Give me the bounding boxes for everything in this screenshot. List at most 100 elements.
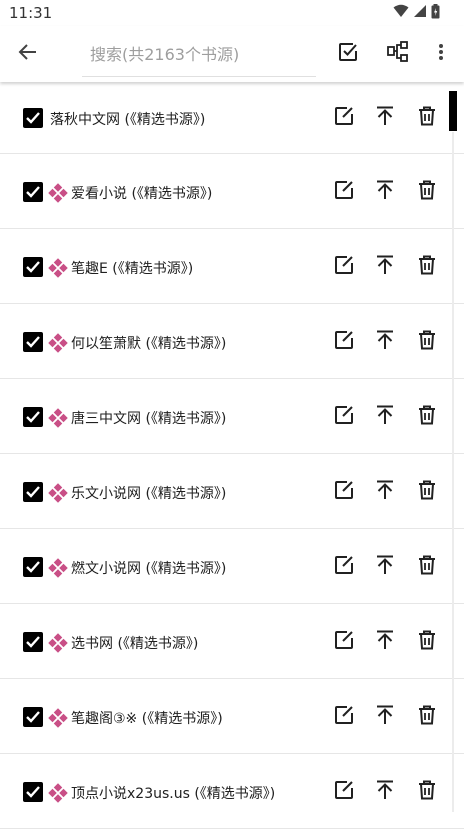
edit-button[interactable] xyxy=(332,405,356,429)
delete-button[interactable] xyxy=(415,330,439,354)
move-to-top-icon xyxy=(376,705,394,729)
edit-button[interactable] xyxy=(332,555,356,579)
edit-button[interactable] xyxy=(332,106,356,130)
move-to-top-icon xyxy=(376,780,394,804)
move-to-top-button[interactable] xyxy=(373,106,397,130)
delete-button[interactable] xyxy=(415,255,439,279)
cell-signal-icon xyxy=(413,4,427,22)
move-to-top-button[interactable] xyxy=(373,405,397,429)
delete-button[interactable] xyxy=(415,480,439,504)
source-checkbox[interactable] xyxy=(23,181,43,202)
source-row[interactable]: 何以笙萧默 (《精选书源》) xyxy=(0,304,464,379)
edit-icon xyxy=(334,106,354,130)
edit-button[interactable] xyxy=(332,180,356,204)
trash-icon xyxy=(418,705,436,729)
source-checkbox[interactable] xyxy=(23,706,43,727)
edit-icon xyxy=(334,780,354,804)
trash-icon xyxy=(418,106,436,130)
diamond-group-icon xyxy=(48,257,68,278)
toolbar xyxy=(0,26,464,82)
source-name: 爱看小说 (《精选书源》) xyxy=(71,185,213,202)
source-name: 笔趣阁③※ (《精选书源》) xyxy=(71,710,223,727)
source-row[interactable]: 笔趣阁③※ (《精选书源》) xyxy=(0,679,464,754)
diamond-group-icon xyxy=(48,332,68,353)
move-to-top-icon xyxy=(376,630,394,654)
diamond-group-icon xyxy=(48,407,68,428)
source-row[interactable]: 顶点小说x23us.us (《精选书源》) xyxy=(0,754,464,829)
move-to-top-button[interactable] xyxy=(373,480,397,504)
edit-icon xyxy=(334,330,354,354)
move-to-top-icon xyxy=(376,180,394,204)
move-to-top-button[interactable] xyxy=(373,630,397,654)
delete-button[interactable] xyxy=(415,555,439,579)
trash-icon xyxy=(418,630,436,654)
source-row[interactable]: 燃文小说网 (《精选书源》) xyxy=(0,529,464,604)
delete-button[interactable] xyxy=(415,630,439,654)
scrollbar-track[interactable] xyxy=(452,132,454,812)
select-all-button[interactable] xyxy=(328,34,368,74)
source-row[interactable]: 笔趣E (《精选书源》) xyxy=(0,229,464,304)
more-vert-icon xyxy=(438,43,444,65)
source-row[interactable]: 落秋中文网 (《精选书源》) xyxy=(0,82,464,154)
source-checkbox[interactable] xyxy=(23,406,43,427)
edit-button[interactable] xyxy=(332,255,356,279)
source-checkbox[interactable] xyxy=(23,556,43,577)
delete-button[interactable] xyxy=(415,405,439,429)
source-name: 何以笙萧默 (《精选书源》) xyxy=(71,335,227,352)
book-source-list: 落秋中文网 (《精选书源》) 爱看小说 (《精选书源》) 笔趣E (《精选书源》) 何… xyxy=(0,82,464,829)
source-row[interactable]: 选书网 (《精选书源》) xyxy=(0,604,464,679)
source-row[interactable]: 乐文小说网 (《精选书源》) xyxy=(0,454,464,529)
source-checkbox[interactable] xyxy=(23,256,43,277)
edit-icon xyxy=(334,255,354,279)
move-to-top-button[interactable] xyxy=(373,180,397,204)
move-to-top-icon xyxy=(376,480,394,504)
delete-button[interactable] xyxy=(415,705,439,729)
back-button[interactable] xyxy=(0,26,56,82)
group-button[interactable] xyxy=(378,34,418,74)
source-row[interactable]: 唐三中文网 (《精选书源》) xyxy=(0,379,464,454)
source-checkbox[interactable] xyxy=(23,108,43,128)
diamond-group-icon xyxy=(48,182,68,203)
status-bar: 11:31 xyxy=(0,0,464,26)
diamond-group-icon xyxy=(48,557,68,578)
move-to-top-icon xyxy=(376,405,394,429)
delete-button[interactable] xyxy=(415,780,439,804)
edit-icon xyxy=(334,180,354,204)
diamond-group-icon xyxy=(48,482,68,503)
more-menu-button[interactable] xyxy=(421,34,461,74)
move-to-top-button[interactable] xyxy=(373,555,397,579)
group-tree-icon xyxy=(387,41,409,67)
diamond-group-icon xyxy=(48,782,68,803)
edit-icon xyxy=(334,555,354,579)
trash-icon xyxy=(418,555,436,579)
move-to-top-button[interactable] xyxy=(373,705,397,729)
trash-icon xyxy=(418,405,436,429)
delete-button[interactable] xyxy=(415,106,439,130)
status-time: 11:31 xyxy=(9,4,53,22)
edit-icon xyxy=(334,480,354,504)
diamond-group-icon xyxy=(48,707,68,728)
move-to-top-button[interactable] xyxy=(373,330,397,354)
search-input[interactable] xyxy=(82,44,316,64)
edit-button[interactable] xyxy=(332,705,356,729)
move-to-top-icon xyxy=(376,255,394,279)
edit-button[interactable] xyxy=(332,480,356,504)
edit-icon xyxy=(334,705,354,729)
source-row[interactable]: 爱看小说 (《精选书源》) xyxy=(0,154,464,229)
trash-icon xyxy=(418,255,436,279)
source-name: 顶点小说x23us.us (《精选书源》) xyxy=(71,785,276,802)
delete-button[interactable] xyxy=(415,180,439,204)
move-to-top-button[interactable] xyxy=(373,780,397,804)
edit-icon xyxy=(334,405,354,429)
edit-button[interactable] xyxy=(332,330,356,354)
source-checkbox[interactable] xyxy=(23,331,43,352)
diamond-group-icon xyxy=(48,632,68,653)
edit-button[interactable] xyxy=(332,780,356,804)
source-checkbox[interactable] xyxy=(23,631,43,652)
scrollbar-thumb[interactable] xyxy=(449,91,457,131)
source-checkbox[interactable] xyxy=(23,781,43,802)
move-to-top-button[interactable] xyxy=(373,255,397,279)
source-checkbox[interactable] xyxy=(23,481,43,502)
edit-button[interactable] xyxy=(332,630,356,654)
trash-icon xyxy=(418,180,436,204)
